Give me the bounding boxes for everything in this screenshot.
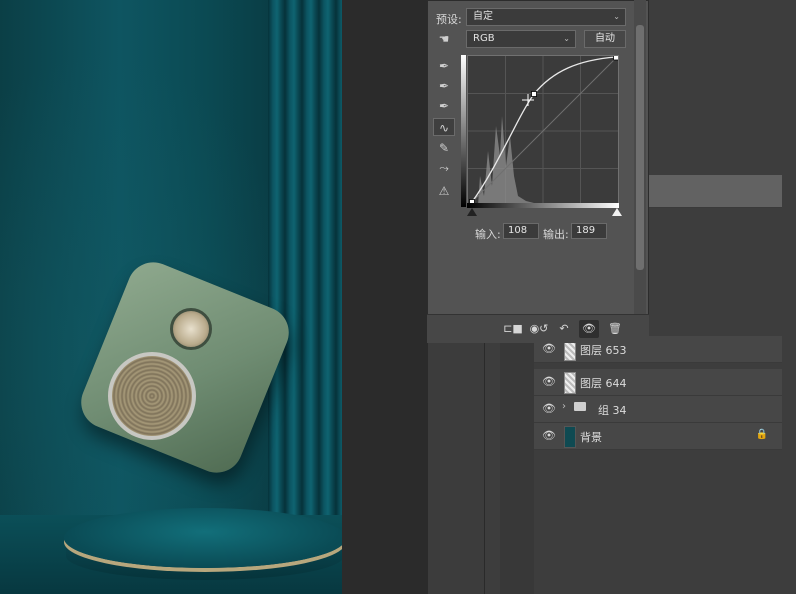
- eyedropper-gray-icon[interactable]: ✒: [433, 77, 455, 95]
- clipping-warning-icon[interactable]: ⚠: [433, 182, 455, 200]
- curve-svg[interactable]: [468, 56, 618, 206]
- eye-icon[interactable]: 👁: [542, 429, 556, 443]
- radio-dial: [170, 308, 212, 350]
- channel-value: RGB: [473, 33, 495, 44]
- pedestal-top: [64, 508, 342, 568]
- input-label: 输入:: [475, 228, 501, 241]
- preset-value: 自定: [473, 11, 493, 22]
- panel-scrollbar[interactable]: [634, 0, 646, 315]
- pencil-icon[interactable]: ✎: [433, 139, 455, 157]
- curve-point-white[interactable]: [613, 56, 619, 61]
- curve-point-selected[interactable]: [531, 91, 537, 97]
- curtain: [268, 0, 342, 520]
- channel-select[interactable]: RGB ⌄: [466, 30, 576, 48]
- reset-icon[interactable]: ↶: [554, 320, 574, 338]
- workspace-gap: [342, 0, 428, 594]
- layer-group-row[interactable]: 👁 › 组 34: [534, 396, 782, 423]
- output-gradient-bar: [461, 55, 466, 207]
- layer-name: 图层 653: [580, 344, 627, 357]
- chevron-down-icon: ⌄: [563, 34, 570, 43]
- curves-tools: ✒ ✒ ✒ ∿ ✎ ⤳ ⚠: [427, 25, 461, 315]
- eyedropper-white-icon[interactable]: ✒: [433, 97, 455, 115]
- layer-name: 背景: [580, 431, 602, 444]
- eye-icon[interactable]: 👁: [579, 320, 599, 338]
- chevron-down-icon: ⌄: [613, 12, 620, 21]
- output-label: 输出:: [543, 228, 569, 241]
- eye-icon[interactable]: 👁: [542, 402, 556, 416]
- input-value-field[interactable]: 108: [503, 223, 539, 239]
- layer-name: 组 34: [598, 404, 627, 417]
- canvas-image: [0, 0, 342, 594]
- chevron-right-icon[interactable]: ›: [562, 401, 566, 412]
- selected-layer-row[interactable]: [640, 175, 782, 208]
- auto-button[interactable]: 自动: [584, 30, 626, 48]
- view-previous-icon[interactable]: ◉↺: [529, 320, 549, 338]
- white-point-slider[interactable]: [612, 208, 622, 216]
- folder-icon: [574, 402, 586, 411]
- speaker-grille: [108, 352, 196, 440]
- black-point-slider[interactable]: [467, 208, 477, 216]
- trash-icon[interactable]: 🗑: [605, 320, 625, 338]
- smooth-curve-icon[interactable]: ⤳: [433, 159, 455, 177]
- scrollbar-thumb[interactable]: [636, 25, 644, 270]
- lock-icon[interactable]: 🔒: [756, 429, 768, 440]
- layer-row[interactable]: 👁 背景 🔒: [534, 423, 782, 450]
- curves-graph[interactable]: [467, 55, 619, 207]
- preset-select[interactable]: 自定 ⌄: [466, 8, 626, 26]
- clip-to-layer-icon[interactable]: ⊏■: [503, 320, 523, 338]
- output-value-field[interactable]: 189: [571, 223, 607, 239]
- curve-point-tool-icon[interactable]: ∿: [433, 118, 455, 136]
- layer-thumbnail: [564, 426, 576, 448]
- layer-row[interactable]: 👁 图层 644: [534, 369, 782, 396]
- properties-footer: ⊏■ ◉↺ ↶ 👁 🗑: [427, 314, 649, 343]
- eye-icon[interactable]: 👁: [542, 342, 556, 356]
- eye-icon[interactable]: 👁: [542, 375, 556, 389]
- layer-thumbnail: [564, 372, 576, 394]
- input-gradient-bar: [467, 203, 619, 208]
- layer-name: 图层 644: [580, 377, 627, 390]
- eyedropper-black-icon[interactable]: ✒: [433, 57, 455, 75]
